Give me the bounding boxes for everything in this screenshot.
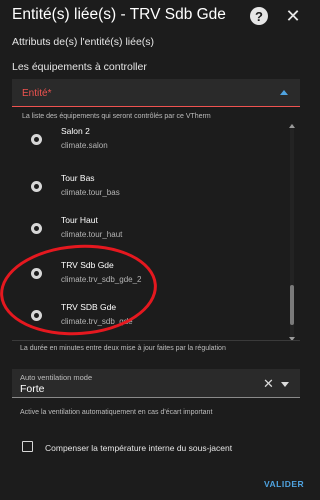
list-item[interactable]: Tour Bas climate.tour_bas: [12, 169, 282, 209]
thermostat-icon: [31, 134, 42, 145]
entity-id: climate.tour_bas: [61, 188, 120, 197]
section-subtitle: Attributs de(s) l'entité(s) liée(s): [12, 36, 155, 48]
help-icon[interactable]: ?: [250, 7, 268, 25]
close-icon[interactable]: ✕: [282, 5, 304, 27]
entity-id: climate.tour_haut: [61, 230, 123, 239]
divider: [12, 340, 300, 341]
list-scrollbar-thumb[interactable]: [290, 285, 294, 325]
clear-icon[interactable]: ✕: [263, 376, 274, 392]
compensation-label: Compenser la température interne du sous…: [45, 443, 233, 453]
dialog-title: Entité(s) liée(s) - TRV Sdb Gde: [12, 6, 226, 23]
entity-field-helper: La liste des équipements qui seront cont…: [22, 113, 211, 120]
entity-id: climate.salon: [61, 141, 108, 150]
thermostat-icon: [31, 181, 42, 192]
entity-field-label: Entité*: [22, 88, 52, 99]
submit-button[interactable]: VALIDER: [264, 479, 304, 489]
chevron-down-icon[interactable]: [281, 382, 289, 387]
list-item[interactable]: Tour Haut climate.tour_haut: [12, 211, 282, 251]
entity-name: Salon 2: [61, 126, 90, 136]
scroll-up-icon[interactable]: [289, 124, 295, 128]
compensation-checkbox[interactable]: [22, 441, 33, 452]
auto-ventilation-helper: Active la ventilation automatiquement en…: [20, 409, 213, 416]
auto-ventilation-value: Forte: [20, 383, 45, 395]
equipments-label: Les équipements à controller: [12, 61, 147, 73]
thermostat-icon: [31, 223, 42, 234]
entity-name: Tour Haut: [61, 215, 98, 225]
update-interval-helper: La durée en minutes entre deux mise à jo…: [20, 345, 226, 352]
entity-name: Tour Bas: [61, 173, 95, 183]
auto-ventilation-label: Auto ventilation mode: [20, 373, 93, 382]
list-item[interactable]: Salon 2 climate.salon: [12, 122, 282, 162]
chevron-up-icon[interactable]: [280, 90, 288, 95]
entity-field[interactable]: [12, 79, 300, 107]
